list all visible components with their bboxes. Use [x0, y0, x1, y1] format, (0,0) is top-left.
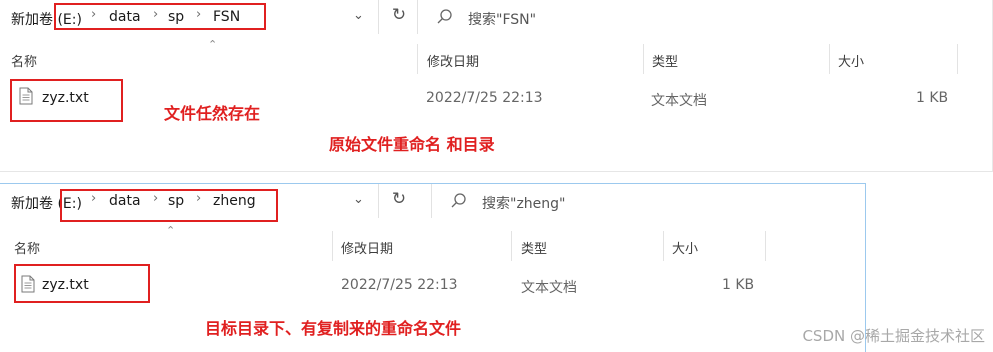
- column-divider[interactable]: [957, 44, 958, 74]
- sort-caret-icon: ⌃: [208, 38, 218, 51]
- highlight-file-box: [14, 264, 150, 303]
- highlight-path-box: [54, 3, 266, 30]
- search-input[interactable]: 搜索"zheng": [482, 193, 565, 213]
- column-divider[interactable]: [663, 231, 664, 261]
- search-box[interactable]: 搜索"FSN": [417, 0, 993, 34]
- column-divider[interactable]: [765, 231, 766, 261]
- column-header-type[interactable]: 类型: [521, 238, 547, 257]
- file-size: 1 KB: [916, 90, 949, 106]
- column-divider[interactable]: [643, 44, 644, 74]
- chevron-down-icon[interactable]: ⌄: [353, 8, 364, 23]
- search-icon: [451, 193, 466, 208]
- column-divider[interactable]: [829, 44, 830, 74]
- search-box[interactable]: 搜索"zheng": [431, 184, 865, 218]
- file-type: 文本文档: [521, 280, 577, 296]
- column-header-name[interactable]: 名称: [14, 238, 40, 257]
- annotation-target-note: 目标目录下、有复制来的重命名文件: [205, 319, 462, 338]
- column-header-size[interactable]: 大小: [672, 238, 698, 257]
- watermark: CSDN @稀土掘金技术社区: [802, 327, 985, 345]
- column-divider[interactable]: [332, 231, 333, 261]
- refresh-icon[interactable]: ↻: [388, 5, 410, 27]
- search-icon: [437, 9, 452, 24]
- explorer-window-target: 新加卷 (E:) › data › sp › zheng ⌄ ↻ 搜索"zhen…: [0, 183, 866, 352]
- column-header-size[interactable]: 大小: [838, 51, 864, 70]
- column-divider[interactable]: [511, 231, 512, 261]
- column-header-name[interactable]: 名称: [11, 51, 37, 70]
- file-type: 文本文档: [651, 93, 707, 109]
- file-modified: 2022/7/25 22:13: [426, 90, 543, 106]
- sort-caret-icon: ⌃: [166, 224, 176, 237]
- refresh-icon[interactable]: ↻: [388, 189, 410, 211]
- explorer-window-source: 新加卷 (E:) › data › sp › FSN ⌄ ↻ 搜索"FSN" ⌃…: [0, 0, 993, 172]
- highlight-file-box: [10, 79, 123, 122]
- column-header-modified[interactable]: 修改日期: [341, 238, 393, 257]
- file-size: 1 KB: [722, 277, 755, 293]
- highlight-path-box: [60, 189, 278, 222]
- search-input[interactable]: 搜索"FSN": [468, 9, 536, 29]
- file-modified: 2022/7/25 22:13: [341, 277, 458, 293]
- column-divider[interactable]: [417, 44, 418, 74]
- annotation-file-exists: 文件任然存在: [164, 104, 261, 123]
- column-header-modified[interactable]: 修改日期: [427, 51, 479, 70]
- column-header-type[interactable]: 类型: [652, 51, 678, 70]
- chevron-down-icon[interactable]: ⌄: [353, 192, 364, 207]
- annotation-rename-note: 原始文件重命名 和目录: [329, 135, 495, 154]
